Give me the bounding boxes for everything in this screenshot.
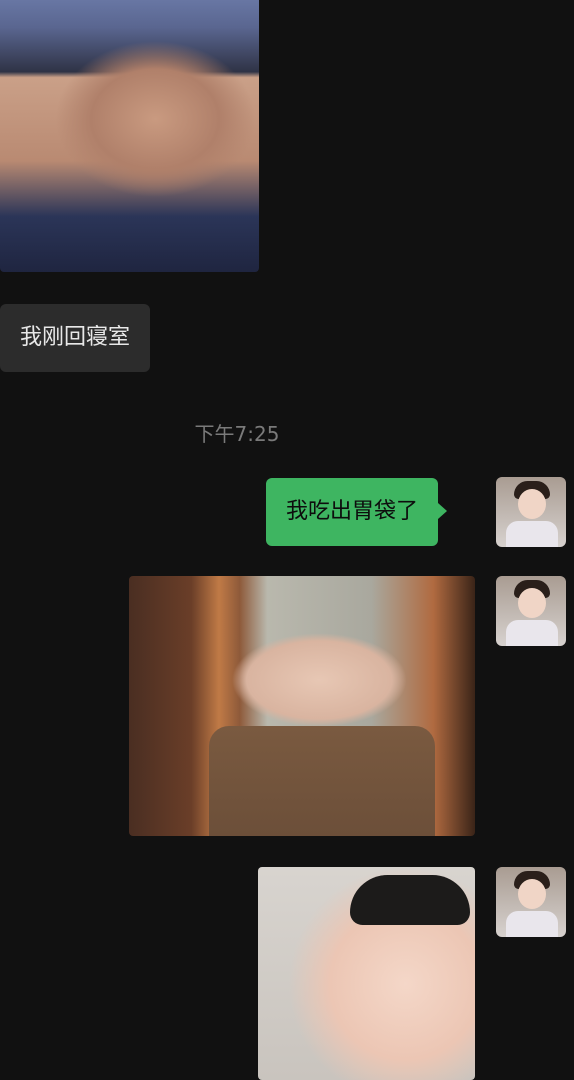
outgoing-photo-message[interactable] xyxy=(129,576,475,836)
sender-avatar-icon[interactable] xyxy=(496,477,566,547)
incoming-photo-message[interactable] xyxy=(0,0,259,272)
outgoing-message-bubble[interactable]: 我吃出胃袋了 xyxy=(266,478,448,546)
sender-avatar-icon[interactable] xyxy=(496,867,566,937)
chat-window: 我刚回寝室 下午7:25 我吃出胃袋了 xyxy=(0,0,574,1080)
sender-avatar-icon[interactable] xyxy=(496,576,566,646)
incoming-message-bubble[interactable]: 我刚回寝室 xyxy=(0,304,151,372)
outgoing-message-text: 我吃出胃袋了 xyxy=(286,499,419,524)
outgoing-sticker-photo-message[interactable] xyxy=(258,867,475,1080)
incoming-message-text: 我刚回寝室 xyxy=(20,325,131,350)
message-timestamp: 下午7:25 xyxy=(194,422,280,446)
